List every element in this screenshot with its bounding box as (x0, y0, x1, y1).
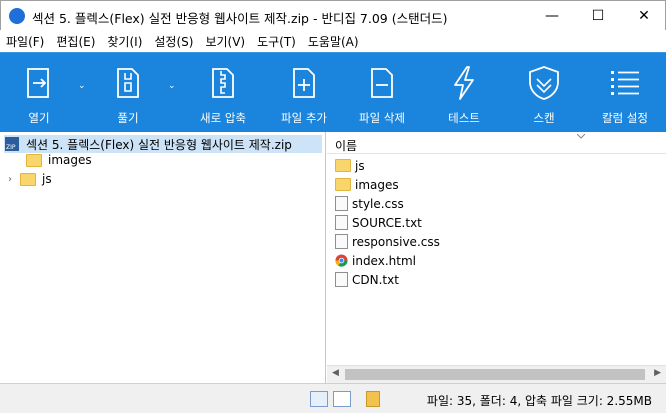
list-item[interactable]: responsive.css (335, 232, 440, 251)
status-bar: 파일: 35, 폴더: 4, 압축 파일 크기: 2.55MB (0, 383, 666, 413)
minimize-button[interactable]: — (529, 1, 575, 31)
menu-help[interactable]: 도움말(A) (308, 33, 359, 50)
file-name: index.html (352, 253, 416, 268)
column-settings-button[interactable]: 칼럼 설정 (588, 53, 662, 133)
open-dropdown[interactable]: ⌄ (74, 53, 92, 133)
extract-dropdown[interactable]: ⌄ (164, 53, 182, 133)
horizontal-scrollbar[interactable]: ◀ ▶ (327, 365, 666, 383)
file-name: style.css (352, 196, 404, 211)
column-header-label: 이름 (335, 139, 358, 153)
open-label: 열기 (28, 111, 50, 125)
chevron-down-icon: ⌄ (78, 81, 86, 91)
window-title: 섹션 5. 플렉스(Flex) 실전 반응형 웹사이트 제작.zip - 반디집… (32, 11, 448, 26)
menu-bar: 파일(F) 편집(E) 찾기(I) 설정(S) 보기(V) 도구(T) 도움말(… (0, 30, 666, 52)
open-archive-icon (27, 68, 49, 98)
file-name: SOURCE.txt (352, 215, 422, 230)
extract-label: 풀기 (117, 111, 139, 125)
tree-item-label: js (42, 172, 52, 186)
menu-edit[interactable]: 편집(E) (56, 33, 95, 50)
folder-icon (26, 153, 42, 167)
column-header-name[interactable]: 이름 (327, 132, 666, 154)
column-settings-icon (611, 71, 639, 95)
status-text: 파일: 35, 폴더: 4, 압축 파일 크기: 2.55MB (426, 394, 652, 408)
chevron-right-icon[interactable]: › (8, 174, 12, 185)
add-file-button[interactable]: 파일 추가 (268, 53, 340, 133)
add-file-label: 파일 추가 (281, 111, 327, 125)
new-archive-label: 새로 압축 (200, 111, 246, 125)
list-item[interactable]: images (335, 175, 399, 194)
file-name: CDN.txt (352, 272, 399, 287)
scrollbar-thumb[interactable] (345, 369, 645, 380)
tree-item-label: images (48, 153, 92, 167)
close-button[interactable]: ✕ (621, 1, 666, 31)
column-settings-label: 칼럼 설정 (602, 111, 648, 125)
folder-pane-icon[interactable] (366, 391, 380, 407)
list-item[interactable]: SOURCE.txt (335, 213, 422, 232)
zip-file-icon: ZIP (5, 137, 19, 151)
folder-icon (335, 159, 351, 172)
scan-icon (529, 66, 559, 100)
extract-button[interactable]: 풀기 (92, 53, 164, 133)
open-button[interactable]: 열기 (4, 53, 74, 133)
list-item[interactable]: js (335, 156, 365, 175)
txt-file-icon (335, 215, 348, 230)
tree-item-images[interactable]: images (26, 151, 92, 169)
bandizip-app-icon (9, 8, 25, 24)
file-name: js (355, 158, 365, 173)
folder-icon (20, 172, 36, 186)
file-name: images (355, 177, 399, 192)
delete-file-button[interactable]: 파일 삭제 (346, 53, 418, 133)
delete-file-label: 파일 삭제 (359, 111, 405, 125)
menu-find[interactable]: 찾기(I) (107, 33, 142, 50)
add-file-icon (293, 68, 315, 98)
list-item[interactable]: index.html (335, 251, 416, 270)
test-icon (454, 66, 474, 100)
toolbar: 열기 ⌄ 풀기 ⌄ 새로 압축 파일 추가 파일 삭제 테스트 스캔 칼럼 설정 (0, 52, 666, 132)
test-label: 테스트 (448, 111, 480, 125)
svg-text:ZIP: ZIP (6, 144, 16, 151)
sort-chevron-icon (577, 134, 585, 139)
menu-file[interactable]: 파일(F) (6, 33, 44, 50)
folder-icon (335, 178, 351, 191)
menu-tools[interactable]: 도구(T) (257, 33, 296, 50)
tree-item-js[interactable]: › js (8, 170, 52, 188)
txt-file-icon (335, 272, 348, 287)
folder-tree-pane: ZIP 섹션 5. 플렉스(Flex) 실전 반응형 웹사이트 제작.zip i… (0, 132, 326, 383)
chevron-down-icon: ⌄ (168, 81, 176, 91)
delete-file-icon (371, 68, 393, 98)
file-name: responsive.css (352, 234, 440, 249)
details-view-icon[interactable] (310, 391, 328, 407)
preview-view-icon[interactable] (333, 391, 351, 407)
css-file-icon (335, 196, 348, 211)
chrome-html-icon (335, 254, 348, 267)
scan-button[interactable]: 스캔 (508, 53, 580, 133)
file-list-pane: 이름 js images style.css SOURCE.txt respon… (327, 132, 666, 383)
scan-label: 스캔 (533, 111, 555, 125)
new-archive-icon (212, 68, 234, 98)
scroll-right-icon[interactable]: ▶ (654, 368, 661, 378)
list-item[interactable]: CDN.txt (335, 270, 399, 289)
menu-settings[interactable]: 설정(S) (154, 33, 193, 50)
extract-icon (117, 68, 139, 98)
new-archive-button[interactable]: 새로 압축 (186, 53, 260, 133)
test-button[interactable]: 테스트 (428, 53, 500, 133)
menu-view[interactable]: 보기(V) (205, 33, 245, 50)
scroll-left-icon[interactable]: ◀ (332, 368, 339, 378)
tree-root-label: 섹션 5. 플렉스(Flex) 실전 반응형 웹사이트 제작.zip (26, 137, 292, 152)
maximize-button[interactable]: ☐ (575, 1, 621, 31)
css-file-icon (335, 234, 348, 249)
list-item[interactable]: style.css (335, 194, 404, 213)
title-bar: 섹션 5. 플렉스(Flex) 실전 반응형 웹사이트 제작.zip - 반디집… (0, 0, 666, 30)
